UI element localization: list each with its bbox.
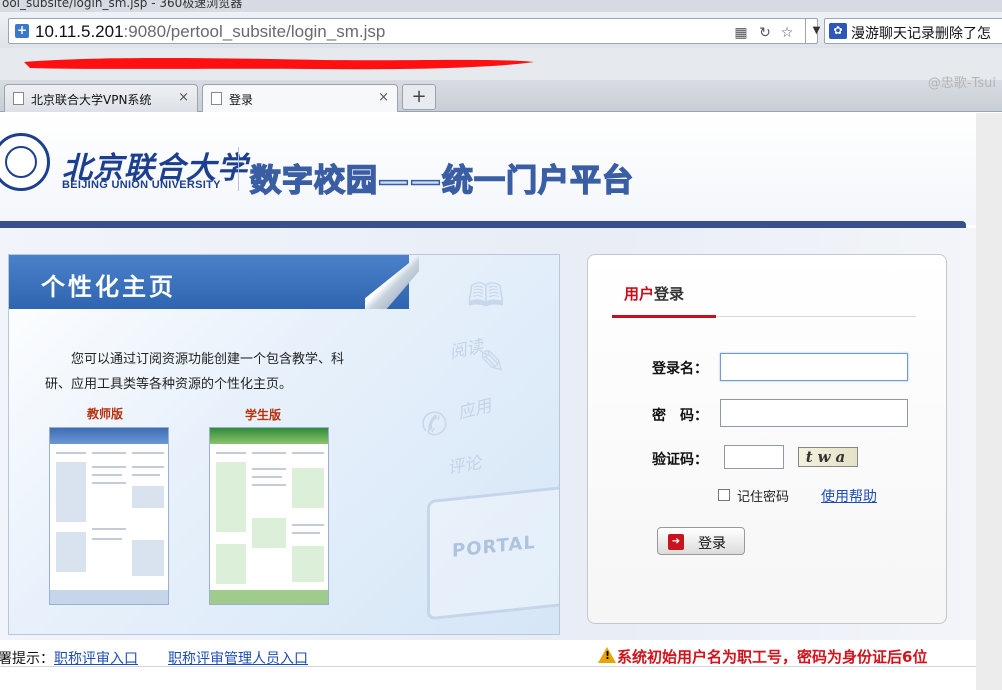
captcha-field[interactable] <box>724 445 784 469</box>
qr-code-icon[interactable]: ▦ <box>733 25 749 41</box>
login-panel: 用户登录 登录名： 密 码： 验证码： twa 记住密码 使用帮助 ➜ 登录 <box>587 254 947 624</box>
footer-tip-prefix: 署提示： <box>0 651 54 667</box>
tab-label: 北京联合大学VPN系统 <box>31 93 152 107</box>
redaction-scribble <box>24 58 534 70</box>
refresh-icon[interactable]: ↻ <box>757 25 773 41</box>
search-input-text[interactable]: 漫游聊天记录删除了怎 <box>851 23 991 43</box>
url-text[interactable]: 10.11.5.201:9080/pertool_subsite/login_s… <box>35 22 385 42</box>
phone-icon: ✆ <box>421 405 448 443</box>
header-divider <box>238 147 239 191</box>
initial-credentials-notice: 系统初始用户名为职工号，密码为身份证后6位 <box>598 646 927 667</box>
site-header: 北京联合大学 BEIJING UNION UNIVERSITY 数字校园——统一… <box>0 113 976 225</box>
header-bottom-bar <box>0 221 966 228</box>
bookmark-bar <box>0 48 1002 80</box>
remember-password-label[interactable]: 记住密码 <box>737 486 789 505</box>
tab-close-icon[interactable]: × <box>378 90 389 105</box>
login-tab-title-part2: 登录 <box>654 285 685 303</box>
login-tab-title[interactable]: 用户登录 <box>624 283 684 304</box>
page-icon <box>13 92 24 105</box>
notice-text: 系统初始用户名为职工号，密码为身份证后6位 <box>617 648 928 666</box>
password-field[interactable] <box>720 399 908 427</box>
site-security-icon[interactable]: + <box>15 24 29 38</box>
new-tab-button[interactable]: + <box>402 84 436 110</box>
bookmark-star-icon[interactable]: ☆ <box>779 25 795 41</box>
book-icon: 🕮 <box>467 276 505 314</box>
baidu-paw-icon[interactable]: ✿ <box>829 23 847 39</box>
page-side-strip <box>976 113 1002 690</box>
login-button-label: 登录 <box>698 536 726 552</box>
tab-login[interactable]: 登录 × <box>202 84 398 112</box>
promo-title: 个性化主页 <box>41 273 176 301</box>
tab-close-icon[interactable]: × <box>178 90 189 105</box>
url-path: :9080/pertool_subsite/login_sm.jsp <box>123 22 386 41</box>
address-bar-row: + 10.11.5.201:9080/pertool_subsite/login… <box>0 12 1002 48</box>
password-label: 密 码： <box>652 408 708 424</box>
login-tab-underline <box>612 315 716 318</box>
portal-monitor-label: PORTAL <box>452 531 536 562</box>
footer-links: 署提示：职称评审入口 职称评审管理人员入口 <box>0 648 308 668</box>
portal-monitor-illustration: PORTAL <box>427 485 559 621</box>
help-link[interactable]: 使用帮助 <box>821 486 877 506</box>
login-button[interactable]: ➜ 登录 <box>657 527 745 555</box>
window-titlebar: ool_subsite/login_sm.jsp - 360极速浏览器 <box>0 0 1002 12</box>
review-entry-link[interactable]: 职称评审入口 <box>54 651 138 667</box>
username-field[interactable] <box>720 353 908 381</box>
university-name-en: BEIJING UNION UNIVERSITY <box>62 179 221 191</box>
captcha-label: 验证码： <box>652 452 708 468</box>
deco-text-review: 评论 <box>445 453 483 479</box>
teacher-version-label: 教师版 <box>87 407 124 421</box>
portal-title: 数字校园——统一门户平台 <box>249 162 634 200</box>
warning-icon <box>598 647 616 663</box>
tab-strip: 北京联合大学VPN系统 × 登录 × + <box>0 80 1002 112</box>
page-content: 北京联合大学 BEIJING UNION UNIVERSITY 数字校园——统一… <box>0 113 1002 690</box>
teacher-version-thumbnail <box>49 427 169 605</box>
login-key-icon: ➜ <box>668 534 684 550</box>
username-label: 登录名： <box>652 361 708 377</box>
promo-banner: 个性化主页 <box>9 255 409 309</box>
review-admin-entry-link[interactable]: 职称评审管理人员入口 <box>168 651 308 667</box>
page-icon <box>211 92 222 105</box>
captcha-image[interactable]: twa <box>798 447 858 467</box>
personal-homepage-promo: 个性化主页 🕮 ✎ ✆ 阅读 应用 评论 PORTAL 您可以通过订阅资源功能创… <box>8 254 560 635</box>
university-seal-logo <box>0 133 50 191</box>
url-host: 10.11.5.201 <box>35 22 124 41</box>
promo-description: 您可以通过订阅资源功能创建一个包含教学、科研、应用工具类等各种资源的个性化主页。 <box>45 352 345 392</box>
address-bar[interactable]: + 10.11.5.201:9080/pertool_subsite/login… <box>8 18 820 44</box>
search-box[interactable]: ✿ 漫游聊天记录删除了怎 <box>824 18 1002 44</box>
tab-vpn[interactable]: 北京联合大学VPN系统 × <box>4 84 198 112</box>
deco-text-use: 应用 <box>455 396 494 424</box>
student-version-thumbnail <box>209 427 329 605</box>
window-title: ool_subsite/login_sm.jsp - 360极速浏览器 <box>2 0 243 10</box>
remember-password-checkbox[interactable] <box>718 489 730 501</box>
watermark: @忠歌-Tsui <box>927 76 996 91</box>
login-tab-title-part1: 用户 <box>624 285 655 303</box>
student-version-label: 学生版 <box>245 408 282 422</box>
tab-label: 登录 <box>229 93 254 107</box>
